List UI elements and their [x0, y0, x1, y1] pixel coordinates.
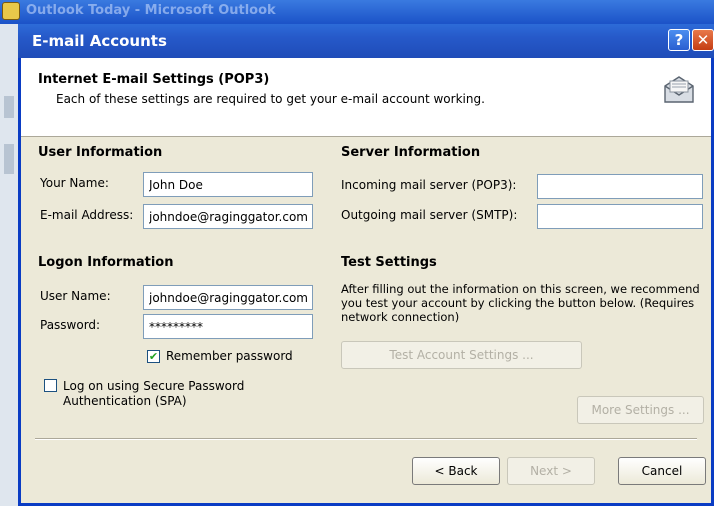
dialog-title: E-mail Accounts: [32, 32, 167, 50]
cancel-button[interactable]: Cancel: [618, 457, 706, 485]
mail-settings-icon: [661, 72, 697, 109]
test-account-settings-button[interactable]: Test Account Settings ...: [341, 341, 582, 369]
user-name-input[interactable]: [143, 285, 313, 310]
incoming-server-input[interactable]: [537, 174, 703, 199]
email-address-label: E-mail Address:: [40, 208, 134, 222]
back-button[interactable]: < Back: [412, 457, 500, 485]
test-settings-heading: Test Settings: [341, 255, 437, 270]
spa-checkbox[interactable]: [44, 379, 57, 392]
user-information-heading: User Information: [38, 145, 163, 160]
header-subtitle: Each of these settings are required to g…: [56, 92, 485, 106]
next-button[interactable]: Next >: [507, 457, 595, 485]
test-settings-description: After filling out the information on thi…: [341, 282, 700, 324]
outlook-app-icon: [2, 2, 20, 20]
password-label: Password:: [40, 318, 101, 332]
close-button[interactable]: ✕: [692, 29, 714, 51]
email-accounts-dialog: E-mail Accounts ? ✕ Internet E-mail Sett…: [18, 24, 714, 506]
incoming-server-label: Incoming mail server (POP3):: [341, 178, 517, 192]
remember-password-label: Remember password: [166, 349, 293, 363]
your-name-input[interactable]: [143, 172, 313, 197]
background-toolbar-strip: [4, 96, 14, 118]
outgoing-server-label: Outgoing mail server (SMTP):: [341, 208, 518, 222]
logon-information-heading: Logon Information: [38, 255, 174, 270]
dialog-titlebar[interactable]: E-mail Accounts ? ✕: [18, 24, 714, 58]
your-name-label: Your Name:: [40, 176, 109, 190]
header-title: Internet E-mail Settings (POP3): [38, 72, 270, 87]
remember-password-checkbox[interactable]: ✔: [147, 350, 160, 363]
button-divider: [35, 438, 697, 440]
background-window-title: Outlook Today - Microsoft Outlook: [26, 3, 276, 18]
background-window-titlebar: Outlook Today - Microsoft Outlook: [0, 0, 714, 24]
server-information-heading: Server Information: [341, 145, 481, 160]
spa-label: Log on using Secure Password Authenticat…: [63, 379, 245, 408]
password-input[interactable]: [143, 314, 313, 339]
user-name-label: User Name:: [40, 289, 111, 303]
help-button[interactable]: ?: [668, 29, 690, 51]
dialog-header: Internet E-mail Settings (POP3) Each of …: [21, 58, 711, 137]
outgoing-server-input[interactable]: [537, 204, 703, 229]
email-address-input[interactable]: [143, 204, 313, 229]
background-window-edge: [0, 24, 18, 506]
background-toolbar-strip: [4, 144, 14, 174]
more-settings-button[interactable]: More Settings ...: [577, 396, 704, 424]
